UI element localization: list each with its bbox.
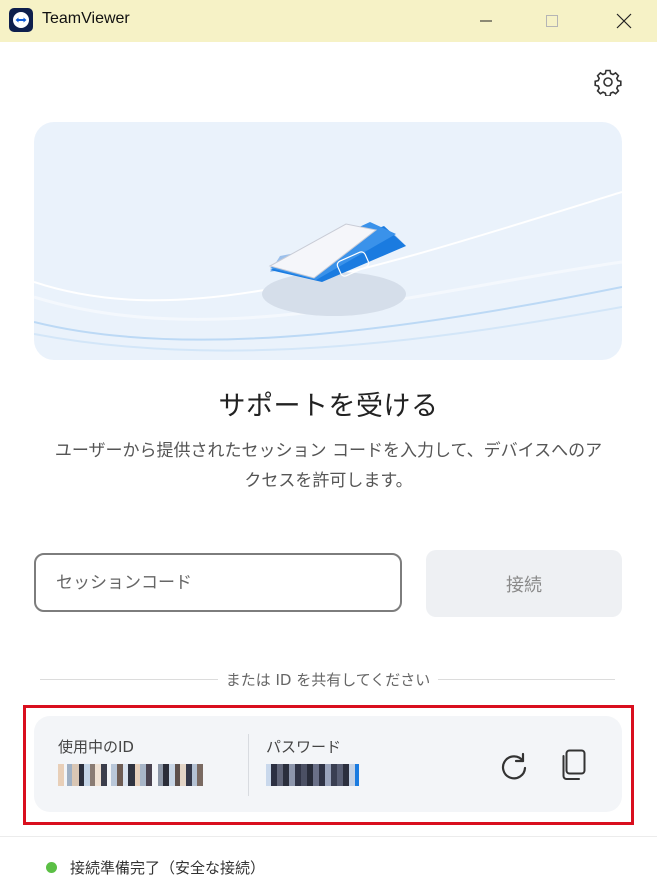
- id-value-redacted: [58, 764, 203, 786]
- connect-button[interactable]: 接続: [426, 550, 622, 617]
- share-id-divider-text: または ID を共有してください: [225, 671, 431, 689]
- footer-separator: [0, 836, 657, 837]
- gear-icon[interactable]: [594, 68, 622, 96]
- page-description: ユーザーから提供されたセッション コードを入力して、デバイスへのアクセスを許可し…: [54, 441, 603, 491]
- minimize-icon: [480, 20, 492, 22]
- window-title: TeamViewer: [42, 10, 130, 27]
- copy-icon[interactable]: [558, 748, 590, 782]
- status-text: 接続準備完了（安全な接続）: [70, 859, 266, 877]
- divider-line-left: [40, 679, 218, 680]
- maximize-button[interactable]: [529, 0, 575, 42]
- password-value-redacted: [266, 764, 359, 786]
- hero-illustration: [34, 122, 622, 360]
- password-label: パスワード: [266, 738, 342, 756]
- close-button[interactable]: [601, 0, 647, 42]
- divider-line-right: [438, 679, 615, 680]
- panel-separator: [248, 734, 249, 796]
- teamviewer-logo-icon: [9, 8, 33, 32]
- id-panel: 使用中のID パスワード: [34, 716, 622, 812]
- refresh-icon[interactable]: [498, 750, 530, 782]
- id-label: 使用中のID: [58, 738, 134, 756]
- maximize-icon: [546, 15, 558, 27]
- session-code-input[interactable]: [34, 553, 402, 612]
- minimize-button[interactable]: [463, 0, 509, 42]
- page-title: サポートを受ける: [218, 391, 439, 422]
- status-indicator: [46, 862, 57, 873]
- title-bar: TeamViewer: [0, 0, 657, 42]
- close-icon: [616, 13, 632, 29]
